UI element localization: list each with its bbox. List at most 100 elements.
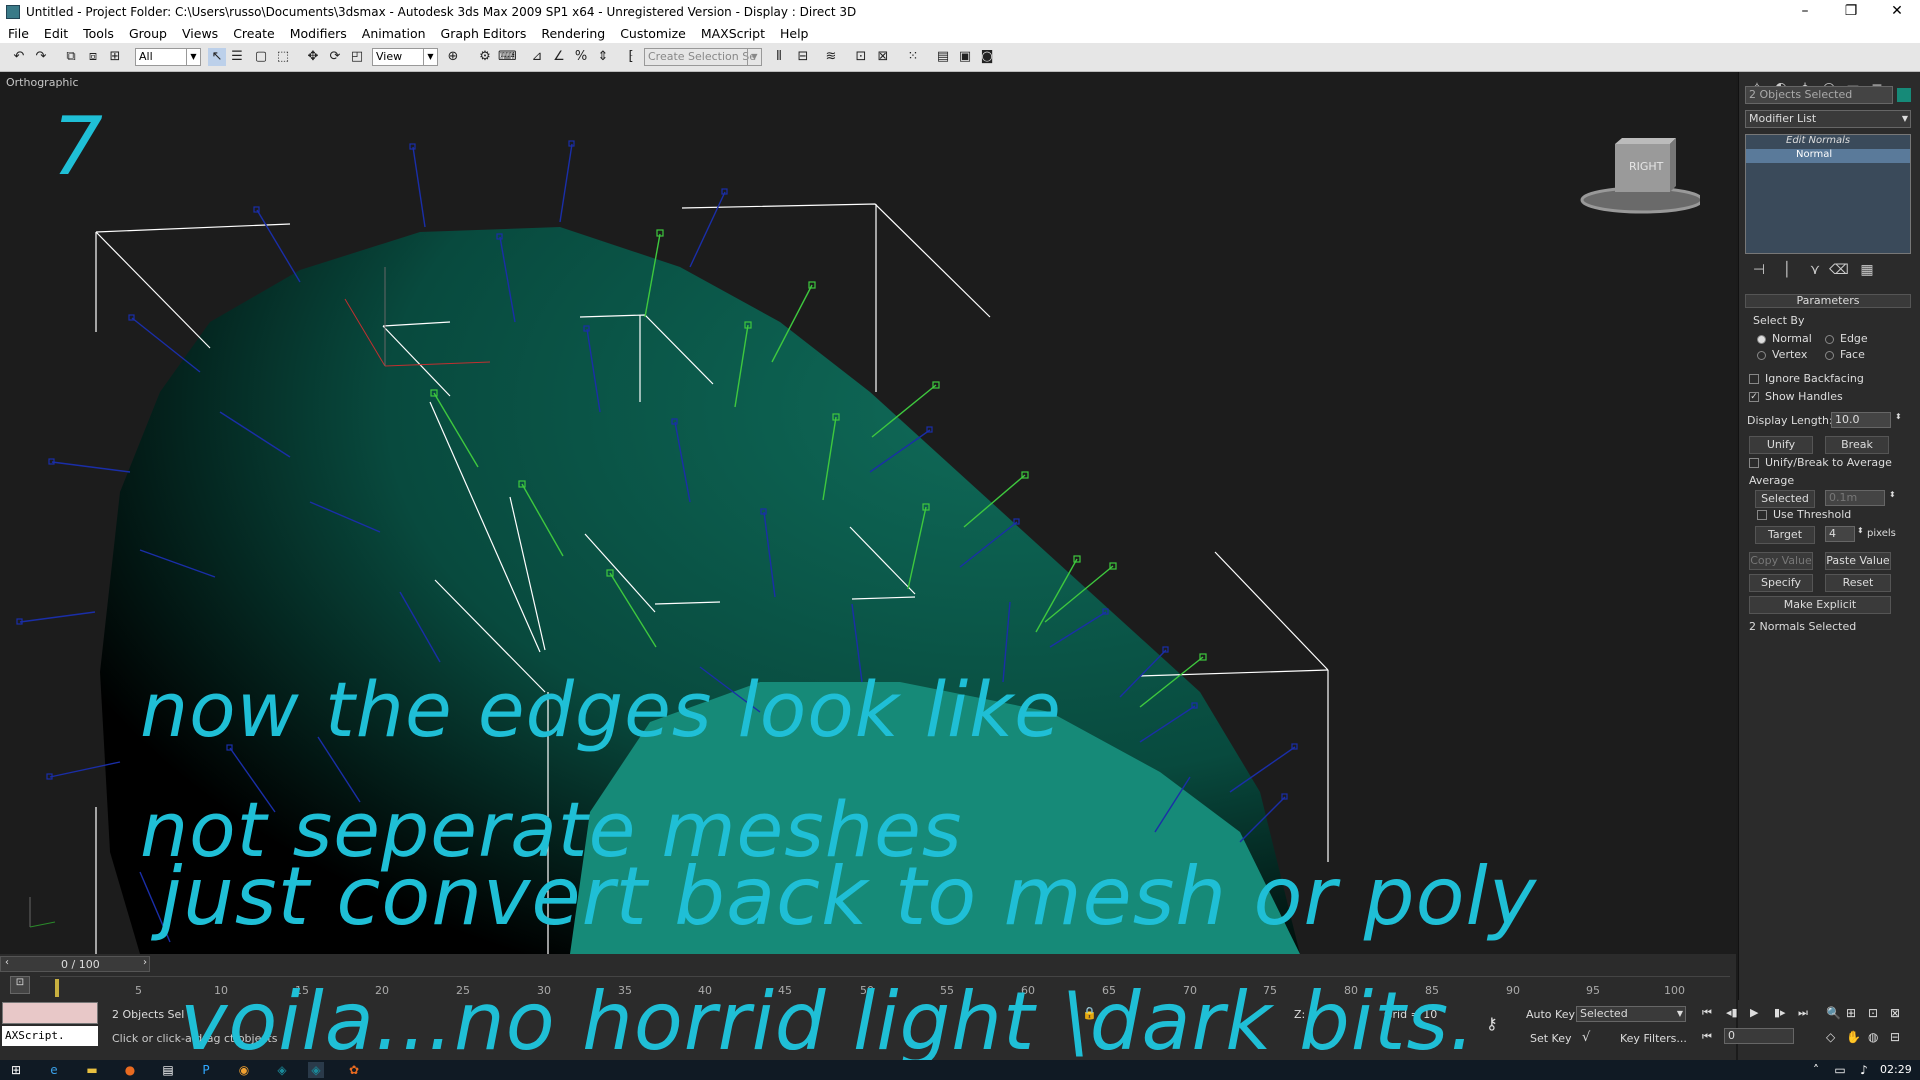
- 3dsmax-active-task-icon[interactable]: ◈: [308, 1062, 324, 1078]
- menu-help[interactable]: Help: [780, 26, 809, 41]
- file-explorer-icon[interactable]: ▬: [84, 1062, 100, 1078]
- pin-stack-icon[interactable]: ⊣: [1749, 262, 1769, 280]
- target-input[interactable]: 4: [1825, 526, 1855, 542]
- unlink-icon[interactable]: ⧈: [84, 48, 102, 66]
- angle-snap-icon[interactable]: ∠: [550, 48, 568, 66]
- volume-icon[interactable]: ♪: [1856, 1062, 1872, 1078]
- zoom-all-icon[interactable]: ⊞: [1846, 1006, 1856, 1020]
- zoom-extents-all-icon[interactable]: ⊠: [1890, 1006, 1900, 1020]
- orbit-icon[interactable]: ◍: [1868, 1030, 1878, 1044]
- target-button[interactable]: Target: [1755, 526, 1815, 544]
- key-filters-button[interactable]: Key Filters...: [1620, 1032, 1687, 1045]
- paint-app-icon[interactable]: ✿: [346, 1062, 362, 1078]
- make-unique-icon[interactable]: ⋎: [1805, 262, 1825, 280]
- show-handles-checkbox[interactable]: ✓ Show Handles: [1749, 390, 1843, 403]
- key-mode-toggle-icon[interactable]: ⏮: [1702, 1030, 1712, 1044]
- align-icon[interactable]: ⊟: [794, 48, 812, 66]
- previous-frame-icon[interactable]: ◂▮: [1726, 1006, 1738, 1019]
- radio-face[interactable]: Face: [1825, 348, 1865, 361]
- select-by-name-icon[interactable]: ☰: [228, 48, 246, 66]
- menu-views[interactable]: Views: [182, 26, 218, 41]
- menu-group[interactable]: Group: [129, 26, 167, 41]
- snap-icon[interactable]: ⊿: [528, 48, 546, 66]
- system-clock[interactable]: 02:29: [1880, 1063, 1912, 1076]
- stack-item-normal[interactable]: Normal: [1746, 149, 1910, 163]
- spinner-snap-icon[interactable]: ⇕: [594, 48, 612, 66]
- set-key-button[interactable]: Set Key: [1530, 1032, 1572, 1045]
- move-icon[interactable]: ✥: [304, 48, 322, 66]
- show-end-result-icon[interactable]: │: [1777, 262, 1797, 280]
- copy-value-button[interactable]: Copy Value: [1749, 552, 1813, 570]
- window-crossing-icon[interactable]: ⬚: [274, 48, 292, 66]
- minimize-button[interactable]: –: [1782, 0, 1828, 23]
- ignore-backfacing-checkbox[interactable]: Ignore Backfacing: [1749, 372, 1864, 385]
- rendered-frame-icon[interactable]: ▣: [956, 48, 974, 66]
- key-mode-dropdown[interactable]: Selected ▼: [1576, 1006, 1686, 1022]
- menu-graph-editors[interactable]: Graph Editors: [441, 26, 527, 41]
- time-slider[interactable]: ‹ 0 / 100 ›: [0, 956, 150, 972]
- paste-value-button[interactable]: Paste Value: [1825, 552, 1891, 570]
- go-to-end-icon[interactable]: ⏭: [1798, 1006, 1808, 1020]
- make-explicit-button[interactable]: Make Explicit: [1749, 596, 1891, 614]
- edit-named-selection-icon[interactable]: ⁅: [622, 48, 640, 66]
- menu-tools[interactable]: Tools: [83, 26, 114, 41]
- use-threshold-checkbox[interactable]: Use Threshold: [1757, 508, 1851, 521]
- radio-vertex[interactable]: Vertex: [1757, 348, 1807, 361]
- keyboard-shortcut-icon[interactable]: ⌨: [498, 48, 517, 66]
- stack-item-edit-normals[interactable]: Edit Normals: [1746, 135, 1910, 149]
- tray-chevron-icon[interactable]: ˄: [1808, 1062, 1824, 1078]
- modifier-list-dropdown[interactable]: Modifier List ▼: [1745, 110, 1911, 128]
- app-icon[interactable]: [6, 4, 20, 19]
- unify-break-average-checkbox[interactable]: Unify/Break to Average: [1749, 456, 1892, 469]
- zoom-extents-icon[interactable]: ⊡: [1868, 1006, 1878, 1020]
- curve-editor-icon[interactable]: ⊡: [852, 48, 870, 66]
- field-of-view-icon[interactable]: ◇: [1826, 1030, 1835, 1044]
- radio-edge[interactable]: Edge: [1825, 332, 1868, 345]
- spinner-icon[interactable]: ⬍: [1857, 526, 1864, 535]
- menu-create[interactable]: Create: [233, 26, 275, 41]
- close-button[interactable]: ✕: [1874, 0, 1920, 23]
- menu-animation[interactable]: Animation: [362, 26, 426, 41]
- pivot-icon[interactable]: ⊕: [444, 48, 462, 66]
- mini-curve-editor-icon[interactable]: ⊡: [10, 976, 30, 994]
- reference-coordinate-dropdown[interactable]: View ▼: [372, 48, 438, 66]
- next-frame-icon[interactable]: ▮▸: [1774, 1006, 1786, 1019]
- firefox-icon[interactable]: ●: [122, 1062, 138, 1078]
- schematic-view-icon[interactable]: ⊠: [874, 48, 892, 66]
- blender-icon[interactable]: ◉: [236, 1062, 252, 1078]
- region-select-icon[interactable]: ▢: [252, 48, 270, 66]
- render-setup-icon[interactable]: ▤: [934, 48, 952, 66]
- radio-normal[interactable]: Normal: [1757, 332, 1812, 345]
- material-editor-icon[interactable]: ⁙: [904, 48, 922, 66]
- play-icon[interactable]: ▶: [1750, 1006, 1758, 1019]
- auto-key-button[interactable]: Auto Key: [1526, 1008, 1575, 1021]
- menu-modifiers[interactable]: Modifiers: [290, 26, 347, 41]
- layer-manager-icon[interactable]: ≋: [822, 48, 840, 66]
- average-selected-input[interactable]: 0.1m: [1825, 490, 1885, 506]
- mirror-icon[interactable]: ⫴: [770, 48, 788, 66]
- scale-icon[interactable]: ◰: [348, 48, 366, 66]
- specify-button[interactable]: Specify: [1749, 574, 1813, 592]
- named-selection-dropdown[interactable]: Create Selection Se ▼: [644, 48, 762, 66]
- unify-button[interactable]: Unify: [1749, 436, 1813, 454]
- render-icon[interactable]: ◙: [978, 48, 996, 66]
- configure-sets-icon[interactable]: ▦: [1857, 262, 1877, 280]
- display-length-input[interactable]: 10.0: [1831, 412, 1891, 428]
- remove-modifier-icon[interactable]: ⌫: [1829, 262, 1849, 280]
- break-button[interactable]: Break: [1825, 436, 1889, 454]
- key-icon[interactable]: ⚷: [1486, 1014, 1498, 1033]
- rotate-icon[interactable]: ⟳: [326, 48, 344, 66]
- parameters-rollout-header[interactable]: Parameters: [1745, 294, 1911, 308]
- photoshop-icon[interactable]: P: [198, 1062, 214, 1078]
- maximize-viewport-icon[interactable]: ⊟: [1890, 1030, 1900, 1044]
- menu-customize[interactable]: Customize: [620, 26, 686, 41]
- bind-spacewarp-icon[interactable]: ⊞: [106, 48, 124, 66]
- chevron-right-icon[interactable]: ›: [143, 957, 147, 968]
- average-selected-button[interactable]: Selected: [1755, 490, 1815, 508]
- spinner-icon[interactable]: ⬍: [1889, 490, 1896, 499]
- menu-file[interactable]: File: [8, 26, 29, 41]
- select-object-icon[interactable]: ↖: [208, 48, 226, 66]
- redo-icon[interactable]: ↷: [32, 48, 50, 66]
- selection-name-field[interactable]: 2 Objects Selected: [1745, 86, 1893, 104]
- 3dsmax-task-icon[interactable]: ◈: [274, 1062, 290, 1078]
